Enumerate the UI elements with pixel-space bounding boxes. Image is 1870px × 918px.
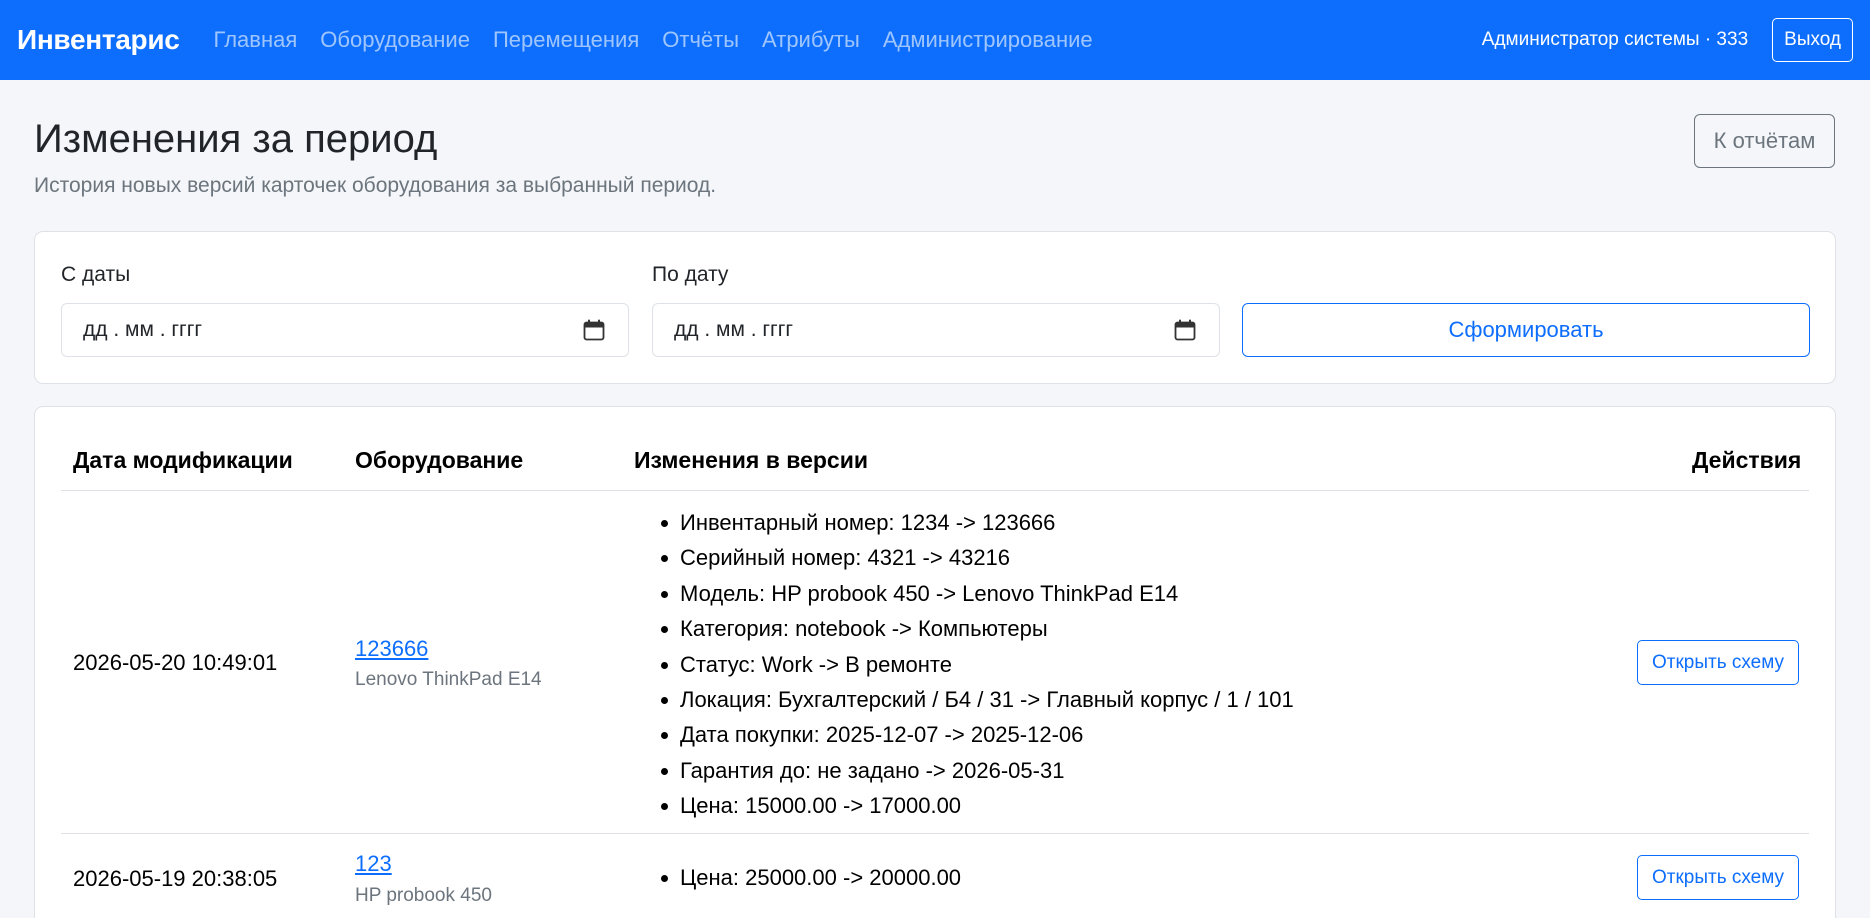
page-title: Изменения за период	[34, 117, 438, 161]
back-to-reports-button[interactable]: К отчётам	[1694, 114, 1835, 168]
nav-link-equipment[interactable]: Оборудование	[320, 27, 470, 53]
from-date-input[interactable]: дд . мм . гггг	[61, 303, 629, 357]
equipment-link[interactable]: 123	[355, 851, 392, 877]
change-item: Серийный номер: 4321 -> 43216	[659, 540, 1294, 575]
current-user: Администратор системы · 333	[1481, 29, 1749, 50]
page-subtitle: История новых версий карточек оборудован…	[34, 174, 717, 197]
changes-list: Инвентарный номер: 1234 -> 123666 Серийн…	[659, 505, 1294, 824]
table-header-divider	[61, 490, 1809, 491]
nav-link-attributes[interactable]: Атрибуты	[762, 27, 860, 53]
open-scheme-button[interactable]: Открыть схему	[1637, 640, 1799, 685]
filter-card: С даты дд . мм . гггг По дату дд . мм . …	[34, 231, 1836, 384]
to-date-label: По дату	[652, 263, 729, 286]
nav-link-reports[interactable]: Отчёты	[662, 27, 739, 53]
change-item: Локация: Бухгалтерский / Б4 / 31 -> Глав…	[659, 682, 1294, 717]
nav-menu: Главная Оборудование Перемещения Отчёты …	[214, 27, 1093, 53]
equipment-model: Lenovo ThinkPad E14	[355, 669, 542, 690]
change-item: Цена: 15000.00 -> 17000.00	[659, 788, 1294, 823]
change-item: Категория: notebook -> Компьютеры	[659, 611, 1294, 646]
change-item: Статус: Work -> В ремонте	[659, 647, 1294, 682]
change-item: Дата покупки: 2025-12-07 -> 2025-12-06	[659, 717, 1294, 752]
from-date-value: дд . мм . гггг	[83, 318, 203, 341]
top-navbar: Инвентарис Главная Оборудование Перемеще…	[0, 0, 1870, 80]
brand-logo[interactable]: Инвентарис	[17, 24, 180, 56]
change-item: Инвентарный номер: 1234 -> 123666	[659, 505, 1294, 540]
column-header-actions: Действия	[1692, 447, 1802, 473]
equipment-link[interactable]: 123666	[355, 636, 428, 662]
nav-link-home[interactable]: Главная	[214, 27, 298, 53]
nav-link-administration[interactable]: Администрирование	[883, 27, 1093, 53]
open-scheme-button[interactable]: Открыть схему	[1637, 855, 1799, 900]
logout-button[interactable]: Выход	[1772, 18, 1853, 62]
column-header-changes: Изменения в версии	[634, 447, 868, 473]
row-modification-date: 2026-05-20 10:49:01	[73, 650, 278, 675]
generate-report-button[interactable]: Сформировать	[1242, 303, 1810, 357]
column-header-date: Дата модификации	[73, 447, 293, 473]
to-date-input[interactable]: дд . мм . гггг	[652, 303, 1220, 357]
to-date-value: дд . мм . гггг	[674, 318, 794, 341]
change-item: Гарантия до: не задано -> 2026-05-31	[659, 753, 1294, 788]
row-divider	[61, 833, 1809, 834]
changes-list: Цена: 25000.00 -> 20000.00	[659, 860, 961, 895]
column-header-equipment: Оборудование	[355, 447, 524, 473]
calendar-icon[interactable]	[582, 318, 606, 342]
change-item: Модель: HP probook 450 -> Lenovo ThinkPa…	[659, 576, 1294, 611]
from-date-label: С даты	[61, 263, 131, 286]
row-modification-date: 2026-05-19 20:38:05	[73, 866, 278, 891]
nav-user-area: Администратор системы · 333 Выход	[1482, 18, 1853, 62]
change-item: Цена: 25000.00 -> 20000.00	[659, 860, 961, 895]
equipment-model: HP probook 450	[355, 885, 492, 906]
nav-link-movements[interactable]: Перемещения	[493, 27, 639, 53]
calendar-icon[interactable]	[1173, 318, 1197, 342]
